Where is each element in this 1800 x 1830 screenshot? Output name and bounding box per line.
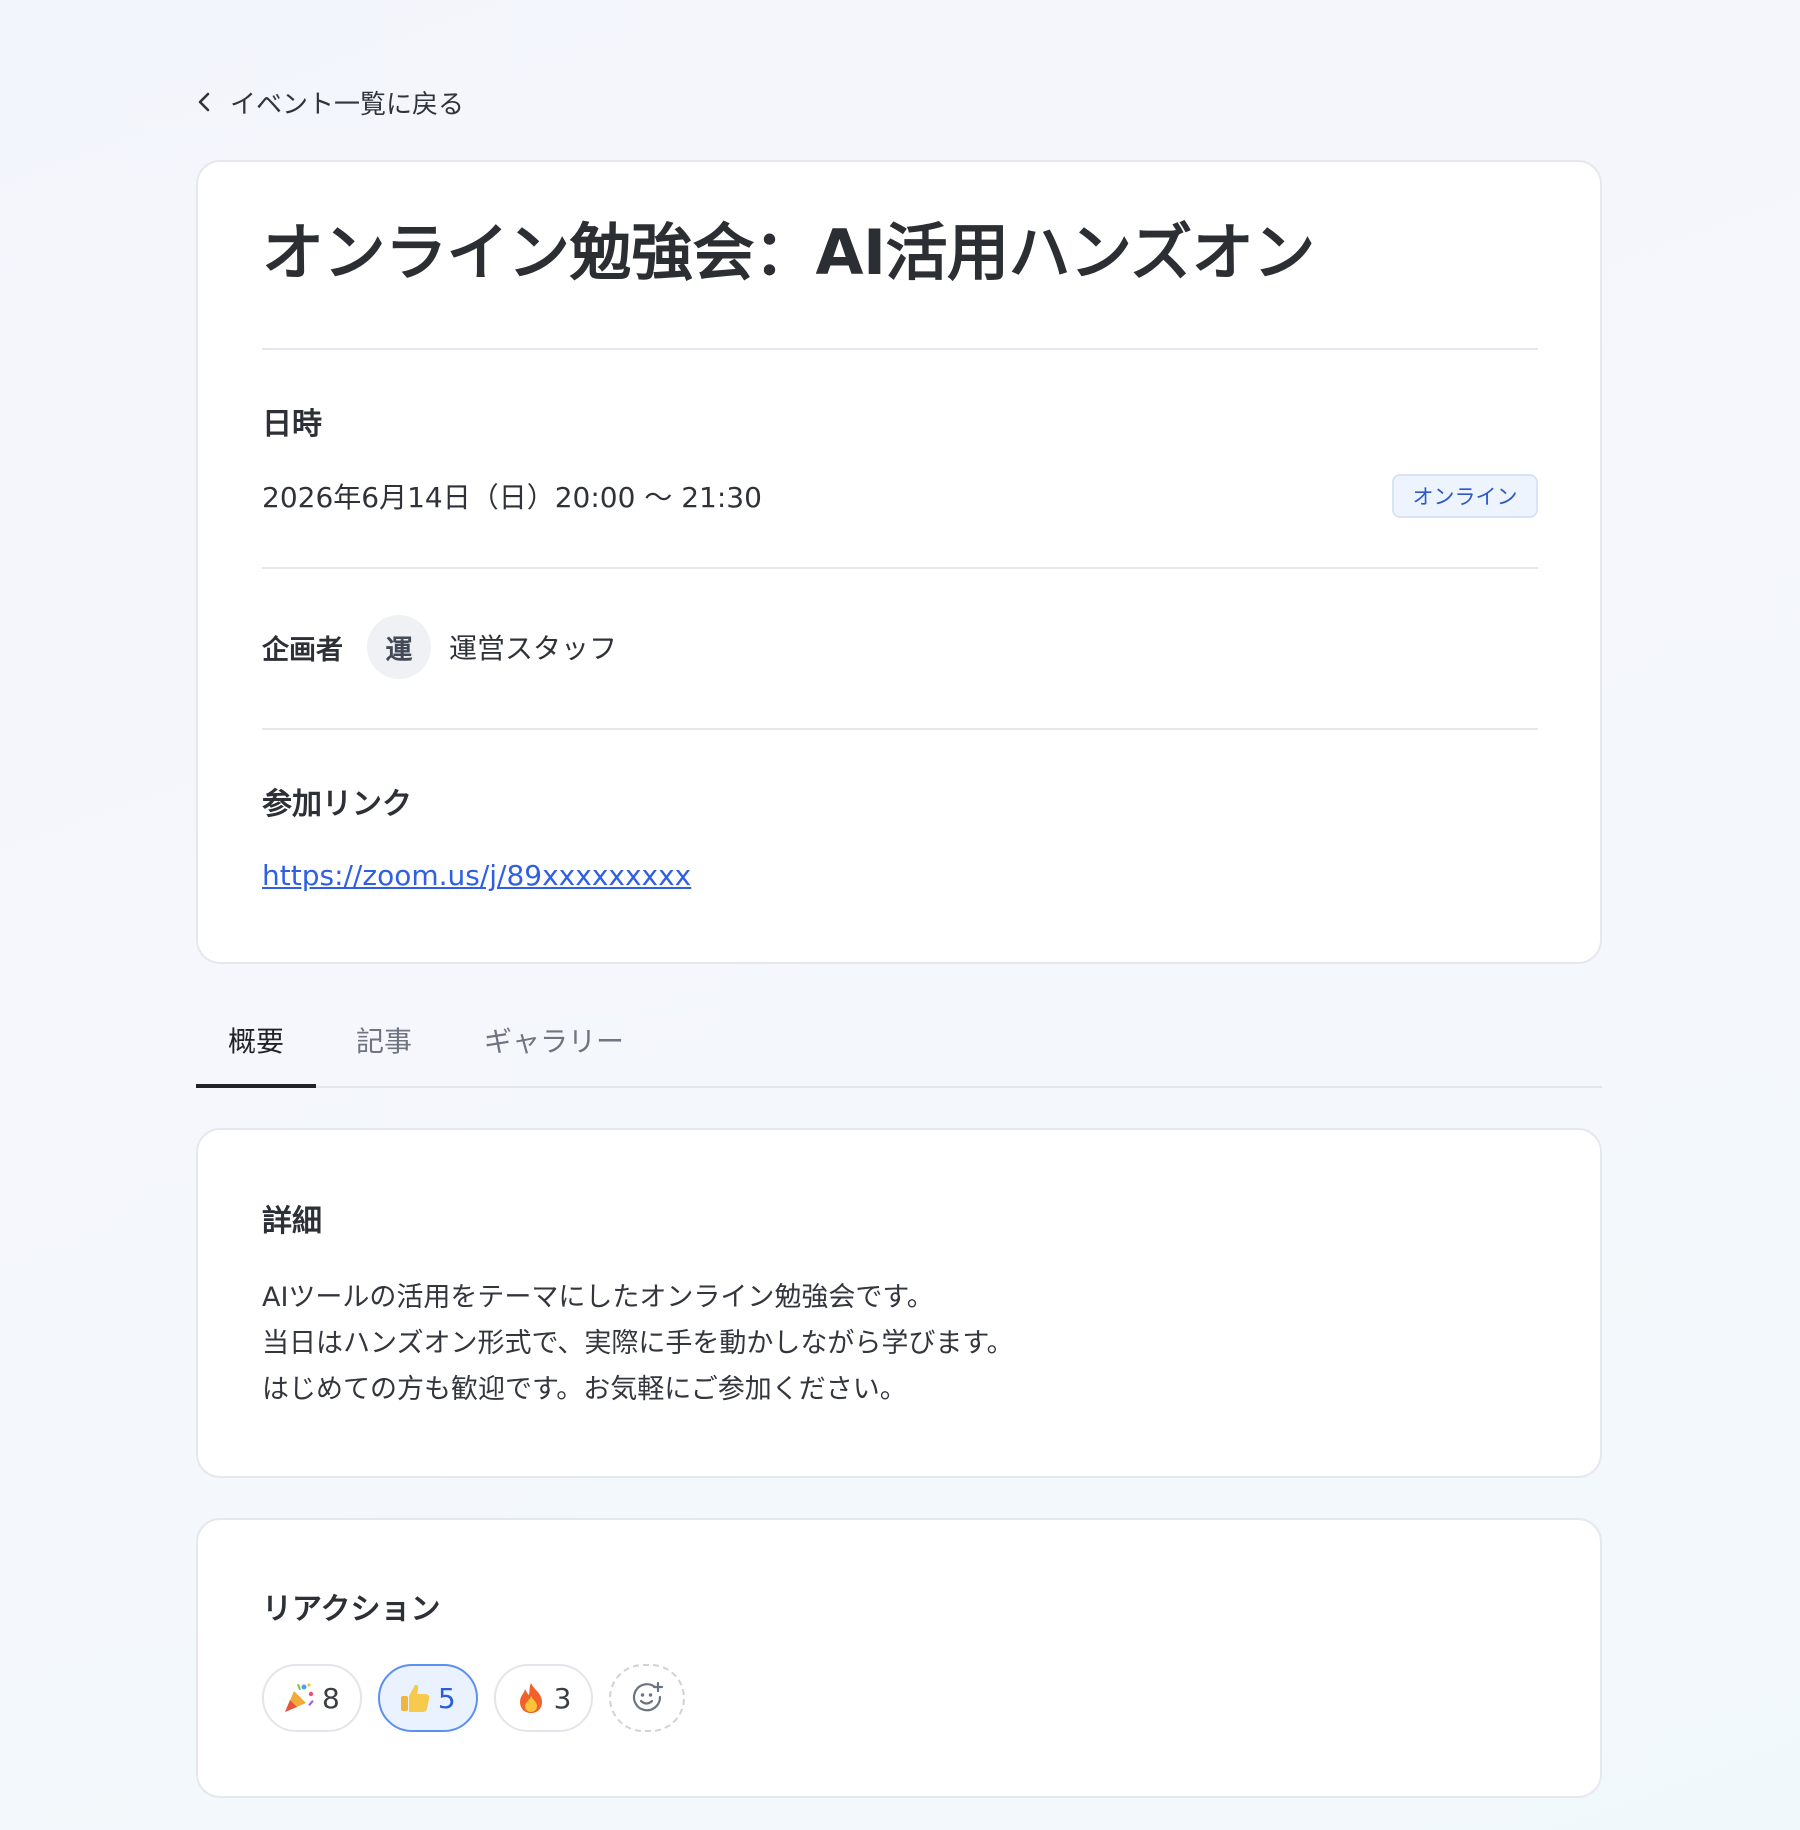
- online-badge: オンライン: [1392, 474, 1538, 518]
- join-link[interactable]: https://zoom.us/j/89xxxxxxxxx: [262, 862, 691, 890]
- fire-icon: [519, 1683, 542, 1713]
- tab-articles[interactable]: 記事: [356, 1028, 412, 1056]
- event-datetime: 2026年6月14日（日）20:00 〜 21:30: [262, 481, 762, 514]
- tab-gallery[interactable]: ギャラリー: [484, 1028, 624, 1056]
- organizer-label: 企画者: [262, 634, 343, 666]
- join-link-label: 参加リンク: [262, 787, 412, 822]
- active-tab-indicator: [196, 1084, 316, 1088]
- add-reaction-button[interactable]: [609, 1664, 686, 1732]
- reaction-count: 3: [553, 1681, 572, 1715]
- detail-line: AIツールの活用をテーマにしたオンライン勉強会です。: [262, 1282, 934, 1313]
- datetime-label: 日時: [262, 407, 322, 442]
- reaction-chip-party[interactable]: 8: [262, 1664, 362, 1732]
- divider: [262, 348, 1538, 350]
- organizer-row: 企画者 運 運営スタッフ: [262, 614, 617, 680]
- reaction-count: 8: [322, 1681, 340, 1715]
- reaction-chip-fire[interactable]: 3: [493, 1664, 594, 1732]
- thumbs-up-icon: [400, 1684, 430, 1712]
- tab-bar: 概要 記事 ギャラリー: [196, 1008, 1602, 1088]
- divider: [262, 567, 1538, 569]
- chevron-left-icon: [198, 92, 210, 112]
- tab-bar-divider: [196, 1086, 1602, 1088]
- reactions-card: [196, 1518, 1602, 1798]
- detail-heading: 詳細: [262, 1204, 322, 1239]
- event-title: オンライン勉強会：AI活用ハンズオン: [262, 216, 1315, 289]
- reaction-list: 8 5 3: [262, 1664, 686, 1732]
- reaction-chip-thumbs-up[interactable]: 5: [377, 1664, 478, 1732]
- party-popper-icon: [285, 1683, 314, 1712]
- tab-overview[interactable]: 概要: [228, 1028, 284, 1056]
- reactions-heading: リアクション: [262, 1592, 441, 1627]
- divider: [262, 728, 1538, 730]
- avatar: 運: [367, 615, 431, 679]
- back-link[interactable]: イベント一覧に戻る: [196, 82, 464, 122]
- organizer-name: 運営スタッフ: [449, 632, 618, 665]
- detail-line: はじめての方も歓迎です。お気軽にご参加ください。: [262, 1374, 907, 1405]
- detail-line: 当日はハンズオン形式で、実際に手を動かしながら学びます。: [262, 1328, 1014, 1359]
- back-link-label: イベント一覧に戻る: [230, 89, 465, 120]
- reaction-count: 5: [437, 1681, 456, 1715]
- add-reaction-icon: [633, 1681, 664, 1712]
